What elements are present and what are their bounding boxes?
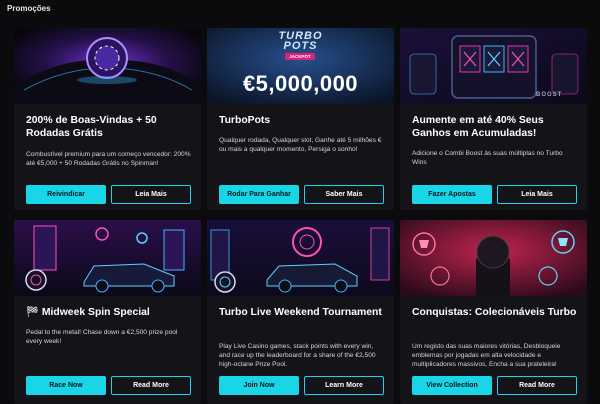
promotions-grid: 200% de Boas-Vindas + 50 Rodadas Grátis … (14, 28, 595, 404)
read-more-button[interactable]: Leia Mais (497, 185, 577, 204)
place-bets-button[interactable]: Fazer Apostas (412, 185, 492, 204)
promo-banner-boost-machine: BOOST (400, 28, 587, 104)
promo-card-turbopots: TURBO POTS JACKPOT €5,000,000 TurboPots … (207, 28, 394, 210)
promo-card-combi-boost: BOOST Aumente em até 40% Seus Ganhos em … (400, 28, 587, 210)
promo-card-welcome-bonus: 200% de Boas-Vindas + 50 Rodadas Grátis … (14, 28, 201, 210)
learn-more-button[interactable]: Learn More (304, 376, 384, 395)
read-more-button[interactable]: Read More (497, 376, 577, 395)
learn-more-button[interactable]: Saber Mais (304, 185, 384, 204)
spin-to-win-button[interactable]: Rodar Para Ganhar (219, 185, 299, 204)
promo-title: 🏁 Midweek Spin Special (26, 307, 150, 318)
promo-title: Aumente em até 40% Seus Ganhos em Acumul… (412, 115, 544, 139)
join-now-button[interactable]: Join Now (219, 376, 299, 395)
promo-card-midweek-spin: 🏁 Midweek Spin Special Pedal to the meta… (14, 220, 201, 404)
read-more-button[interactable]: Leia Mais (111, 185, 191, 204)
promo-description: Pedal to the metal! Chase down a €2,500 … (26, 329, 178, 345)
promo-title: 200% de Boas-Vindas + 50 Rodadas Grátis (26, 115, 157, 139)
promo-description: Play Live Casino games, stack points wit… (219, 343, 376, 368)
view-collection-button[interactable]: View Collection (412, 376, 492, 395)
section-title: Promoções (7, 4, 51, 13)
promo-description: Um registo das suas maiores vitórias, De… (412, 343, 561, 368)
read-more-button[interactable]: Read More (111, 376, 191, 395)
turbopots-logo-bottom: POTS (283, 40, 318, 52)
race-now-button[interactable]: Race Now (26, 376, 106, 395)
promo-description: Combustível premium para um começo vence… (26, 151, 191, 167)
promo-title: TurboPots (219, 115, 271, 126)
jackpot-amount: €5,000,000 (242, 71, 359, 96)
promo-banner-car-chip (14, 28, 201, 104)
promo-description: Adicione o Combi Boost às suas múltiplas… (412, 150, 563, 166)
promo-card-turbo-collectibles: Conquistas: Colecionáveis Turbo Um regis… (400, 220, 587, 404)
promo-banner-neon-city (207, 220, 394, 296)
boost-sign: BOOST (536, 92, 563, 98)
promo-title: Turbo Live Weekend Tournament (219, 307, 382, 318)
promo-title: Conquistas: Colecionáveis Turbo (412, 307, 577, 318)
promo-description: Qualquer rodada, Qualquer slot, Ganhe at… (219, 137, 382, 153)
turbopots-jackpot-tag: JACKPOT (285, 53, 315, 60)
promo-banner-neon-race-car (14, 220, 201, 296)
claim-button[interactable]: Reivindicar (26, 185, 106, 204)
promo-banner-turbopots: TURBO POTS JACKPOT €5,000,000 (207, 28, 394, 104)
promo-banner-racer-trophies (400, 220, 587, 296)
promo-card-live-weekend-tournament: Turbo Live Weekend Tournament Play Live … (207, 220, 394, 404)
